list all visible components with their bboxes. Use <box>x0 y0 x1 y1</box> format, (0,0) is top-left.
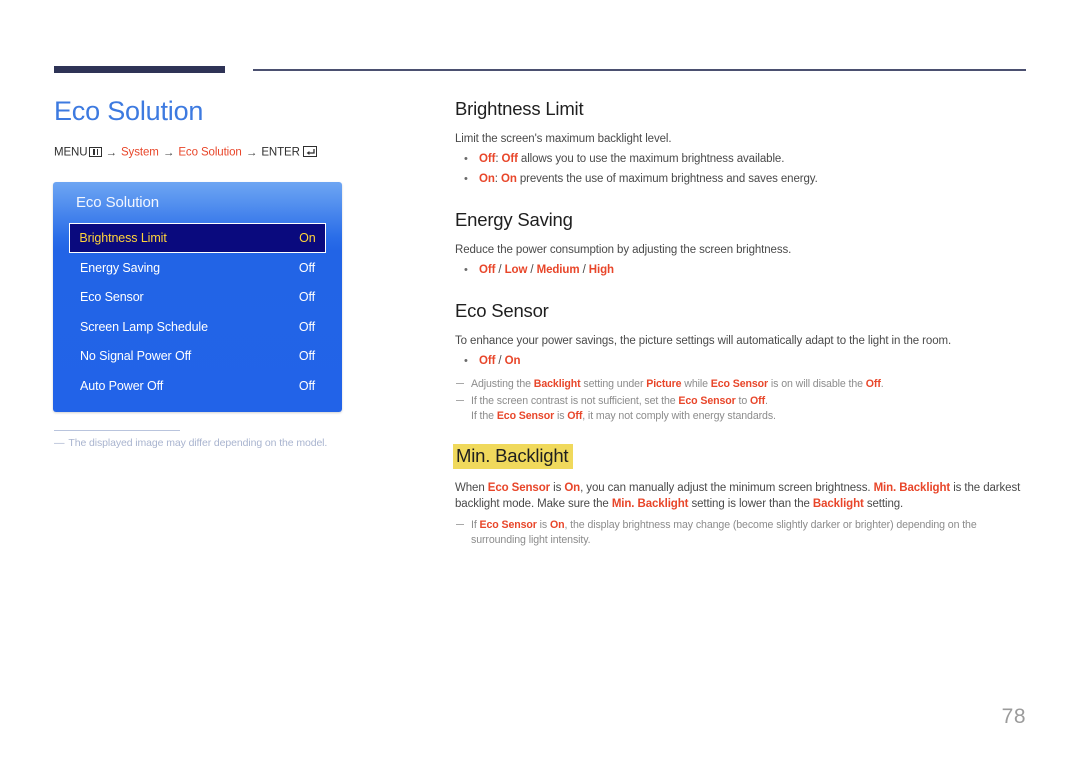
option-value: High <box>588 264 614 277</box>
option-value: On <box>504 355 521 368</box>
section-title: Brightness Limit <box>455 98 584 119</box>
osd-row-value: Off <box>298 290 315 305</box>
osd-row-label: Eco Sensor <box>80 290 144 305</box>
option-separator: / <box>495 264 505 277</box>
breadcrumb-menu-label: MENU <box>54 146 88 159</box>
option-separator: / <box>495 355 505 368</box>
page-number: 78 <box>1001 705 1026 728</box>
section-min-backlight: Min. Backlight When Eco Sensor is On, yo… <box>453 444 1026 549</box>
osd-row-eco-sensor[interactable]: Eco Sensor Off <box>69 283 326 313</box>
osd-row-auto-power-off[interactable]: Auto Power Off Off <box>69 371 326 401</box>
osd-row-energy-saving[interactable]: Energy Saving Off <box>69 253 326 283</box>
footnote: ― The displayed image may differ dependin… <box>54 437 384 449</box>
note-list: If Eco Sensor is On, the display brightn… <box>455 518 1026 549</box>
bullet-term: Off <box>479 153 496 166</box>
breadcrumb-item-eco-solution[interactable]: Eco Solution <box>178 147 241 159</box>
section-title: Min. Backlight <box>453 444 574 470</box>
section-brightness-limit: Brightness Limit Limit the screen's maxi… <box>455 98 1026 190</box>
osd-row-value: Off <box>298 349 315 364</box>
osd-menu-list: Brightness Limit On Energy Saving Off Ec… <box>53 223 342 401</box>
left-column: Eco Solution MENU → System → Eco Solution… <box>54 95 414 159</box>
osd-row-label: Auto Power Off <box>80 378 164 393</box>
list-item: Off / Low / Medium / High <box>455 261 1026 281</box>
breadcrumb-enter-label: ENTER <box>261 146 300 159</box>
bullet-list: Off / On <box>455 352 1026 372</box>
section-eco-sensor: Eco Sensor To enhance your power savings… <box>455 300 1026 425</box>
section-intro: When Eco Sensor is On, you can manually … <box>455 482 1021 511</box>
list-item: Off: Off allows you to use the maximum b… <box>455 150 1026 170</box>
bullet-term-repeat: On <box>500 173 517 186</box>
osd-row-label: Screen Lamp Schedule <box>80 319 208 334</box>
enter-key-icon <box>302 146 317 158</box>
osd-row-value: Off <box>298 260 315 275</box>
osd-row-screen-lamp-schedule[interactable]: Screen Lamp Schedule Off <box>69 312 326 342</box>
menu-bars-icon <box>89 146 103 157</box>
breadcrumb-item-system[interactable]: System <box>121 147 159 159</box>
osd-row-label: Energy Saving <box>80 260 160 275</box>
osd-row-no-signal-power-off[interactable]: No Signal Power Off Off <box>69 342 326 372</box>
breadcrumb-arrow-3: → <box>245 146 258 159</box>
note-item: Adjusting the Backlight setting under Pi… <box>455 377 1026 393</box>
header-rule-thick <box>54 66 225 73</box>
bullet-term: On <box>479 173 495 186</box>
note-item: If Eco Sensor is On, the display brightn… <box>455 518 1026 549</box>
bullet-rest: prevents the use of maximum brightness a… <box>516 173 818 186</box>
osd-menu-panel: Eco Solution Brightness Limit On Energy … <box>53 182 342 412</box>
option-separator: / <box>527 264 537 277</box>
page-title: Eco Solution <box>54 96 204 126</box>
list-item: On: On prevents the use of maximum brigh… <box>455 170 1026 190</box>
osd-row-value: Off <box>298 378 315 393</box>
section-intro: Limit the screen's maximum backlight lev… <box>455 133 672 145</box>
bullet-term-repeat: Off <box>501 153 518 166</box>
option-value: Low <box>504 264 528 277</box>
footnote-text: The displayed image may differ depending… <box>68 437 328 449</box>
right-column: Brightness Limit Limit the screen's maxi… <box>453 98 1026 550</box>
note-list: Adjusting the Backlight setting under Pi… <box>455 377 1026 425</box>
section-intro: To enhance your power savings, the pictu… <box>455 334 952 347</box>
note-item: If the screen contrast is not sufficient… <box>455 394 1026 425</box>
bullet-list: Off / Low / Medium / High <box>455 261 1026 281</box>
list-item: Off / On <box>455 352 1026 372</box>
osd-panel-title: Eco Solution <box>76 194 160 211</box>
breadcrumb-arrow-2: → <box>162 146 175 159</box>
bullet-rest: allows you to use the maximum brightness… <box>517 153 785 166</box>
section-intro: Reduce the power consumption by adjustin… <box>455 243 792 256</box>
footnote-dash: ― <box>54 437 65 449</box>
option-separator: / <box>579 264 589 277</box>
section-energy-saving: Energy Saving Reduce the power consumpti… <box>455 209 1026 281</box>
osd-row-brightness-limit[interactable]: Brightness Limit On <box>69 223 326 253</box>
osd-row-value: Off <box>298 319 315 334</box>
bullet-list: Off: Off allows you to use the maximum b… <box>455 150 1026 190</box>
breadcrumb-arrow-1: → <box>105 146 117 159</box>
option-value: Medium <box>536 264 580 277</box>
section-title: Energy Saving <box>455 208 573 230</box>
osd-row-label: No Signal Power Off <box>80 349 192 364</box>
osd-row-value: On <box>299 231 316 245</box>
header-rule-thin <box>253 69 1026 71</box>
footnote-divider <box>54 430 180 431</box>
option-value: Off <box>479 264 496 277</box>
osd-row-label: Brightness Limit <box>79 231 167 245</box>
breadcrumb: MENU → System → Eco Solution → ENTER <box>54 146 414 159</box>
section-title: Eco Sensor <box>455 299 549 321</box>
option-value: Off <box>479 355 496 368</box>
